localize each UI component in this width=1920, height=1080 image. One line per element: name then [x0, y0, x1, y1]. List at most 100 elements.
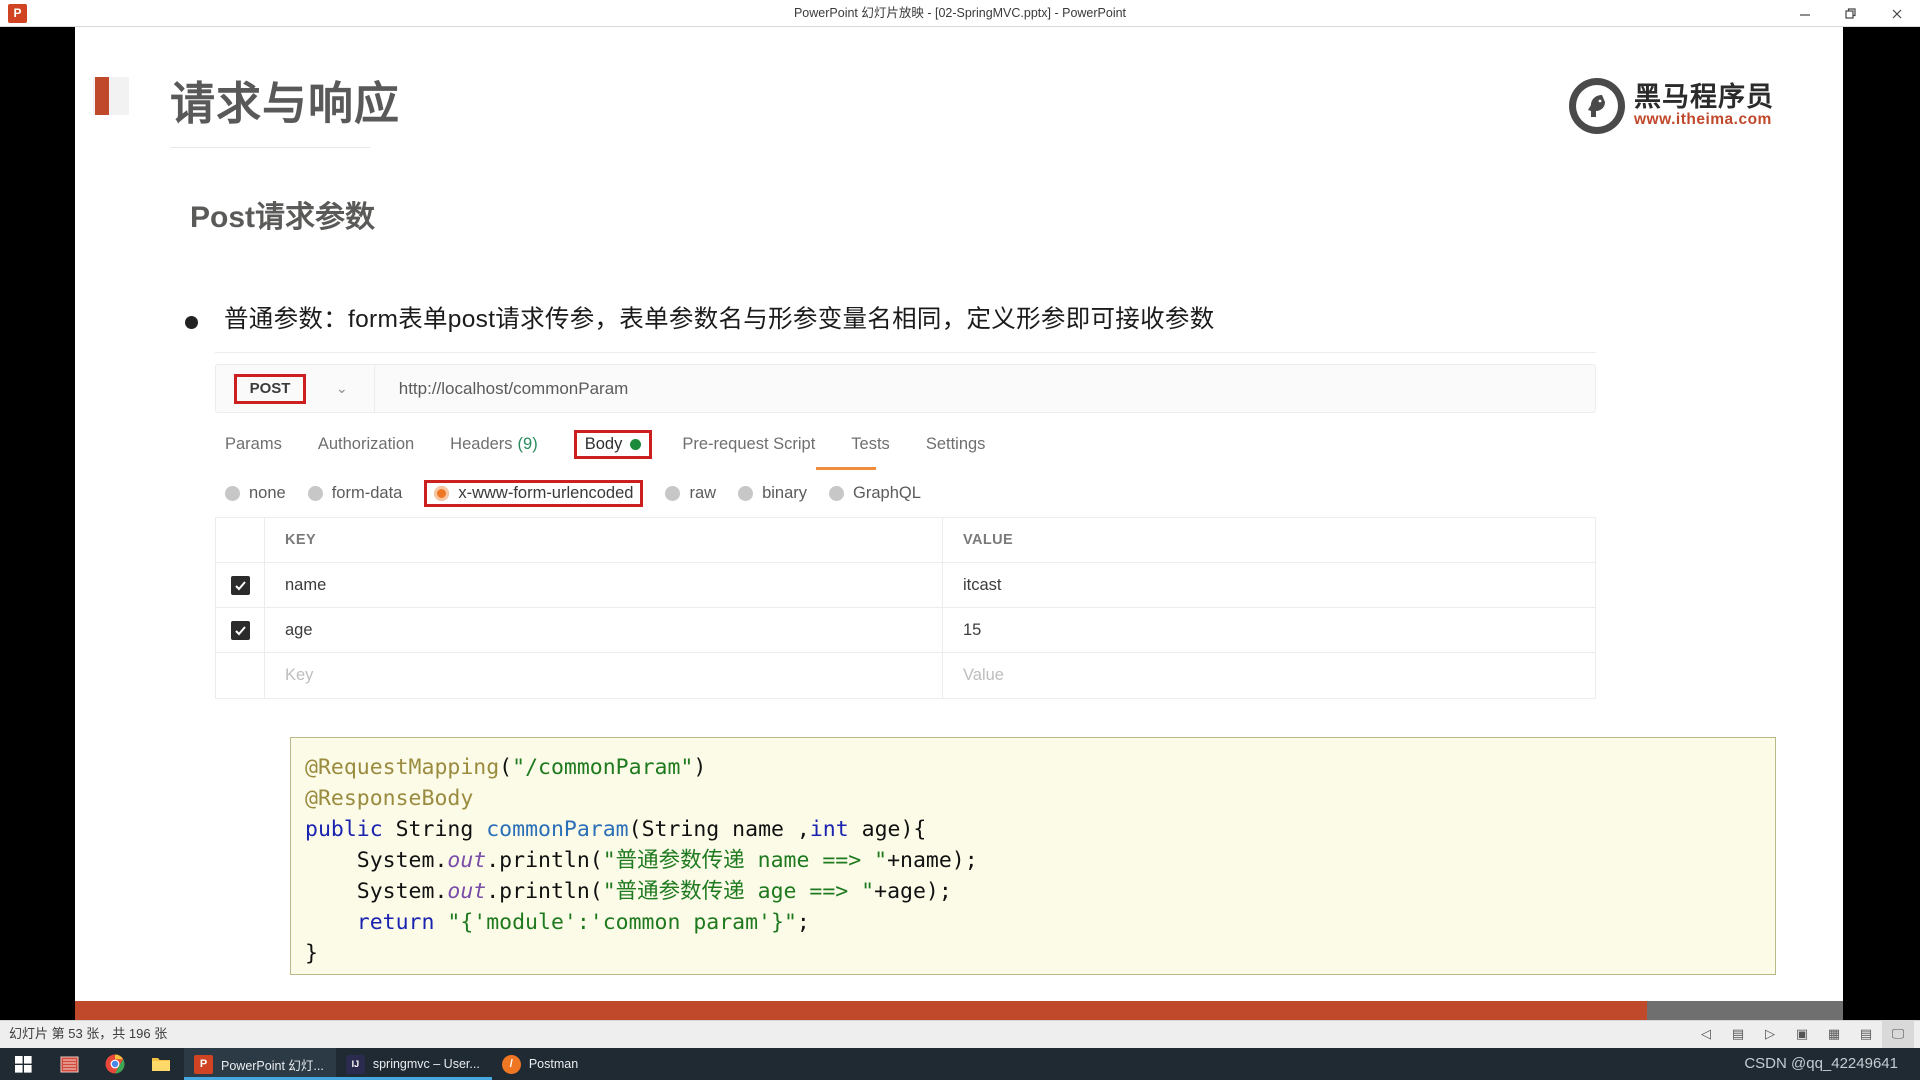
restore-button[interactable] [1828, 0, 1874, 27]
checkbox-checked-icon [230, 575, 250, 595]
code-punct: ) [693, 755, 707, 780]
close-button[interactable] [1874, 0, 1920, 27]
heima-logo: 黑马程序员 www.itheima.com [1569, 77, 1791, 135]
intellij-task[interactable]: IJ springmvc – User... [335, 1048, 492, 1080]
slide-canvas: 请求与响应 Post请求参数 普通参数：form表单post请求传参，表单参数名… [75, 27, 1843, 1015]
bullet-text: 普通参数：form表单post请求传参，表单参数名与形参变量名相同，定义形参即可… [224, 306, 1215, 333]
checkbox-checked-icon [230, 620, 250, 640]
code-annotation: @ResponseBody [305, 786, 474, 811]
tab-tests[interactable]: Tests [851, 435, 890, 454]
body-type-none[interactable]: none [225, 484, 286, 503]
next-slide-icon[interactable]: ▷ [1754, 1020, 1786, 1048]
tab-pre-request-script[interactable]: Pre-request Script [682, 435, 815, 454]
reading-view-icon[interactable]: ▤ [1850, 1020, 1882, 1048]
http-method-label: POST [249, 380, 291, 397]
code-type: String [382, 817, 487, 842]
code-keyword: return [305, 910, 435, 935]
table-row-empty[interactable]: Key Value [216, 653, 1595, 698]
tab-body[interactable]: Body [573, 429, 653, 459]
row-key[interactable]: name [285, 576, 326, 595]
row-value-placeholder[interactable]: Value [963, 666, 1004, 685]
code-field: out [447, 848, 487, 873]
slide-counter: 幻灯片 第 53 张，共 196 张 [9, 1026, 168, 1041]
table-row[interactable]: age 15 [216, 607, 1595, 653]
slideshow-icon[interactable]: 🖵 [1882, 1020, 1914, 1048]
slideshow-progress-fill [75, 1001, 1647, 1020]
row-key[interactable]: age [285, 621, 313, 640]
code-keyword: public [305, 817, 383, 842]
body-type-graphql-label: GraphQL [853, 483, 921, 502]
start-button[interactable] [0, 1048, 46, 1080]
tab-settings[interactable]: Settings [926, 435, 986, 454]
window-title: PowerPoint 幻灯片放映 - [02-SpringMVC.pptx] -… [793, 6, 1127, 20]
slide-sorter-icon[interactable]: ▦ [1818, 1020, 1850, 1048]
file-explorer-icon[interactable] [138, 1048, 184, 1080]
powerpoint-task[interactable]: P PowerPoint 幻灯... [184, 1048, 336, 1080]
minimize-button[interactable] [1782, 0, 1828, 27]
screen: P PowerPoint 幻灯片放映 - [02-SpringMVC.pptx]… [0, 0, 1920, 1080]
tab-settings-label: Settings [925, 434, 986, 453]
normal-view-icon[interactable]: ▣ [1786, 1020, 1818, 1048]
chevron-down-icon[interactable]: ⌄ [336, 380, 348, 397]
folder-glyph [152, 1058, 170, 1071]
table-header-row: KEY VALUE [216, 517, 1595, 563]
header-value: VALUE [942, 517, 1595, 563]
body-type-binary-label: binary [762, 483, 808, 502]
window-titlebar: P PowerPoint 幻灯片放映 - [02-SpringMVC.pptx]… [0, 0, 1920, 27]
postman-icon: / [501, 1054, 521, 1074]
tab-params[interactable]: Params [225, 435, 282, 454]
code-string: "{'module':'common param'}" [434, 910, 797, 935]
code-args: age){ [848, 817, 927, 842]
body-type-form-data[interactable]: form-data [307, 483, 403, 503]
body-type-raw[interactable]: raw [665, 484, 716, 503]
code-args: (String name , [628, 817, 810, 842]
previous-slide-icon[interactable]: ◁ [1690, 1020, 1722, 1048]
title-divider [170, 147, 370, 148]
code-punct: ( [499, 755, 513, 780]
body-type-x-www-form-urlencoded[interactable]: x-www-form-urlencoded [424, 479, 644, 507]
body-type-form-data-label: form-data [331, 483, 403, 502]
row-checkbox[interactable] [216, 620, 264, 640]
code-punct: ; [796, 910, 810, 935]
menu-icon[interactable]: ▤ [1722, 1020, 1754, 1048]
body-type-graphql[interactable]: GraphQL [829, 484, 921, 503]
body-type-binary[interactable]: binary [738, 484, 807, 503]
postman-screenshot: POST ⌄ http://localhost/commonParam Para… [215, 352, 1596, 712]
intellij-task-label: springmvc – User... [372, 1057, 480, 1071]
section-title: Post请求参数 [190, 201, 376, 234]
code-call: .println( [486, 848, 603, 873]
row-checkbox[interactable] [216, 575, 264, 595]
bullet-dot-icon [185, 316, 198, 329]
postman-task[interactable]: / Postman [492, 1048, 590, 1080]
csdn-watermark: CSDN @qq_42249641 [1744, 1055, 1898, 1072]
code-expr: System. [305, 879, 448, 904]
code-method-name: commonParam [486, 817, 629, 842]
horse-head-glyph [1588, 95, 1605, 117]
row-value[interactable]: 15 [963, 621, 981, 640]
tab-headers[interactable]: Headers (9) [450, 435, 538, 454]
chrome-icon[interactable] [92, 1048, 138, 1080]
code-string: "/commonParam" [512, 755, 694, 780]
table-row[interactable]: name itcast [216, 562, 1595, 608]
code-keyword: int [809, 817, 849, 842]
row-key-placeholder[interactable]: Key [285, 666, 313, 685]
windows-logo-icon [14, 1055, 32, 1073]
radio-icon [829, 485, 845, 501]
chrome-glyph [105, 1054, 125, 1074]
tab-authorization-label: Authorization [317, 434, 415, 453]
tab-pre-request-script-label: Pre-request Script [682, 434, 816, 453]
bandizip-icon[interactable] [46, 1048, 92, 1080]
radio-icon [307, 485, 323, 501]
request-url-input[interactable]: http://localhost/commonParam [399, 379, 629, 399]
windows-taskbar: P PowerPoint 幻灯... IJ springmvc – User..… [0, 1048, 1920, 1080]
postman-top-divider [215, 352, 1596, 353]
logo-url: www.itheima.com [1634, 111, 1772, 129]
postman-url-bar[interactable]: POST ⌄ http://localhost/commonParam [215, 364, 1596, 413]
code-call: .println( [486, 879, 603, 904]
row-value[interactable]: itcast [963, 576, 1002, 595]
bullet-item: 普通参数：form表单post请求传参，表单参数名与形参变量名相同，定义形参即可… [185, 305, 1215, 334]
window-controls [1782, 0, 1920, 27]
tab-authorization[interactable]: Authorization [318, 435, 414, 454]
code-annotation: @RequestMapping [305, 755, 500, 780]
http-method-selector[interactable]: POST [234, 373, 306, 404]
